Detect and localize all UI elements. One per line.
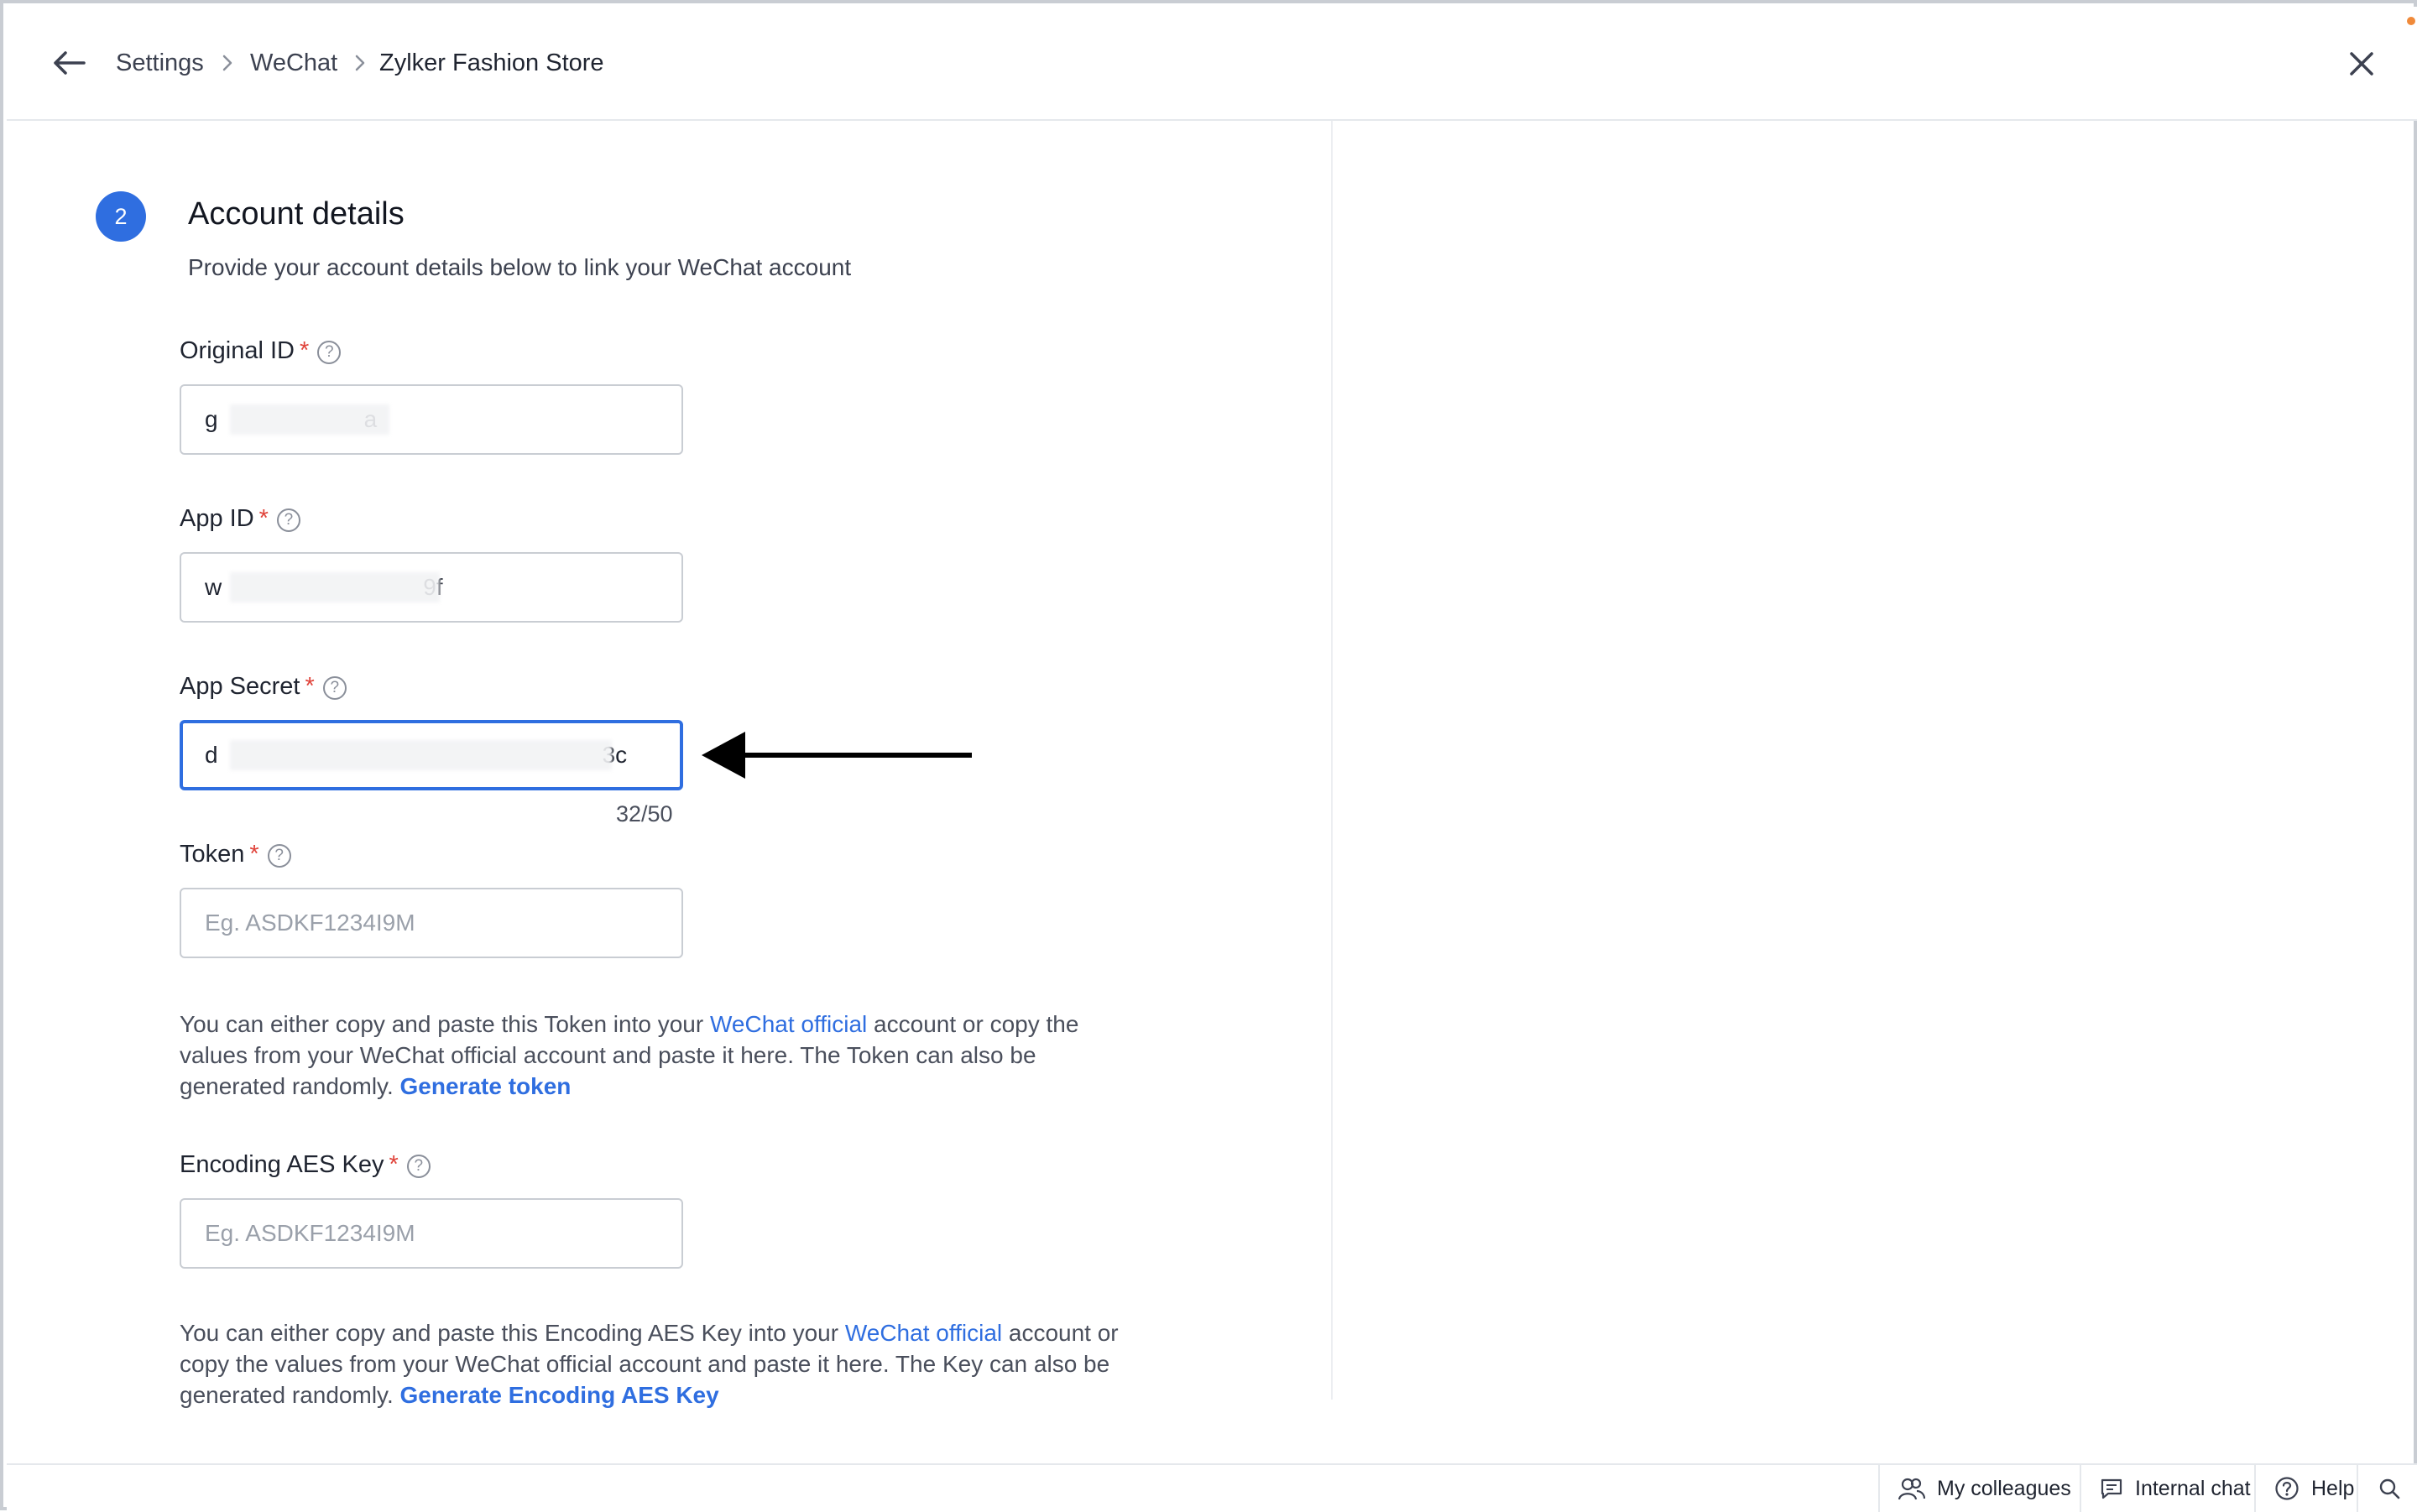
help-icon[interactable]: ? — [317, 341, 342, 364]
search-button[interactable] — [2357, 1465, 2417, 1512]
section-description: Provide your account details below to li… — [188, 254, 852, 280]
token-help-text: You can either copy and paste this Token… — [180, 1011, 1079, 1099]
aes-key-label: Encoding AES Key *? — [180, 1148, 431, 1181]
redacted-value — [230, 740, 612, 770]
step-number-badge: 2 — [96, 191, 146, 242]
app-id-label: App ID *? — [180, 502, 300, 535]
app-secret-label: App Secret *? — [180, 670, 347, 703]
help-button[interactable]: Help — [2254, 1465, 2357, 1512]
breadcrumb-current: Zylker Fashion Store — [379, 50, 604, 76]
required-mark: * — [389, 1151, 399, 1178]
redacted-value — [230, 404, 389, 435]
aes-key-help-text: You can either copy and paste this Encod… — [180, 1320, 1119, 1408]
wechat-official-link[interactable]: WeChat official — [710, 1011, 867, 1037]
app-window: Settings WeChat Zylker Fashion Store 2 A… — [0, 0, 2417, 1512]
original-id-label: Original ID *? — [180, 334, 342, 368]
annotation-arrow-icon — [702, 732, 972, 779]
bottom-bar: My colleagues Internal chat Help — [7, 1463, 2417, 1512]
top-bar: Settings WeChat Zylker Fashion Store — [7, 7, 2417, 121]
wechat-official-link[interactable]: WeChat official — [845, 1320, 1002, 1346]
required-mark: * — [258, 505, 269, 532]
aes-key-input[interactable] — [180, 1198, 683, 1269]
help-icon[interactable]: ? — [276, 508, 300, 532]
required-mark: * — [249, 841, 259, 868]
back-arrow-icon[interactable] — [50, 44, 87, 82]
token-input[interactable] — [180, 888, 683, 958]
breadcrumb-wechat[interactable]: WeChat — [250, 47, 337, 79]
chevron-right-icon — [222, 55, 232, 71]
help-icon[interactable]: ? — [322, 676, 347, 700]
required-mark: * — [300, 337, 310, 364]
generate-token-link[interactable]: Generate token — [400, 1073, 572, 1099]
required-mark: * — [305, 673, 315, 700]
close-icon[interactable] — [2347, 49, 2377, 79]
chat-icon — [2101, 1478, 2122, 1499]
my-colleagues-button[interactable]: My colleagues — [1878, 1465, 2080, 1512]
help-icon[interactable]: ? — [406, 1155, 431, 1178]
notification-dot — [2407, 17, 2415, 25]
breadcrumb-settings[interactable]: Settings — [116, 47, 204, 79]
help-icon[interactable]: ? — [267, 844, 291, 868]
search-icon — [2379, 1478, 2400, 1499]
redacted-value — [230, 572, 440, 602]
token-label: Token *? — [180, 837, 291, 871]
section-title: Account details — [188, 196, 405, 232]
generate-aes-key-link[interactable]: Generate Encoding AES Key — [400, 1382, 719, 1408]
help-circle-icon — [2275, 1477, 2299, 1500]
chevron-right-icon — [355, 55, 365, 71]
panel-divider — [1331, 121, 1333, 1400]
internal-chat-button[interactable]: Internal chat — [2080, 1465, 2254, 1512]
people-icon — [1898, 1478, 1925, 1500]
character-counter: 32/50 — [616, 801, 673, 826]
